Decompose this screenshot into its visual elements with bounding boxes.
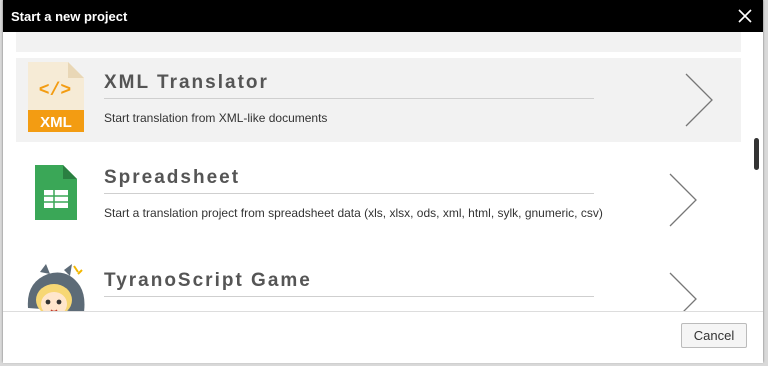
chevron-right-icon[interactable] [668, 272, 698, 311]
title-divider [104, 296, 594, 297]
title-divider [104, 193, 594, 194]
list-item-partial[interactable] [16, 32, 741, 52]
project-description: Start translation from XML-like document… [104, 111, 328, 125]
project-title: XML Translator [104, 72, 269, 93]
spreadsheet-icon [28, 157, 84, 227]
scrollbar-thumb[interactable] [754, 138, 759, 170]
project-title: TyranoScript Game [104, 270, 312, 291]
xml-icon-code: </> [39, 81, 71, 101]
project-list[interactable]: </> XML XML Translator Start translation… [3, 32, 763, 311]
chevron-right-icon[interactable] [668, 173, 698, 227]
xml-icon-label: XML [40, 114, 72, 131]
project-description: Start a translation project from spreads… [104, 206, 603, 220]
dialog-footer: Cancel [3, 311, 763, 363]
project-card-tyranoscript[interactable]: TyranoScript Game [16, 256, 741, 311]
dialog-title: Start a new project [11, 8, 128, 24]
title-divider [104, 98, 594, 99]
project-card-spreadsheet[interactable]: Spreadsheet Start a translation project … [16, 153, 741, 237]
project-title: Spreadsheet [104, 167, 241, 188]
xml-file-icon: </> XML [28, 62, 84, 132]
dialog-titlebar: Start a new project [3, 0, 763, 32]
new-project-dialog: Start a new project </> XML XML Translat… [3, 0, 763, 363]
close-icon[interactable] [731, 2, 759, 30]
chevron-right-icon[interactable] [684, 73, 714, 127]
cancel-button[interactable]: Cancel [681, 323, 747, 348]
tyranoscript-mascot-icon [24, 262, 85, 311]
project-card-xml-translator[interactable]: </> XML XML Translator Start translation… [16, 58, 741, 142]
